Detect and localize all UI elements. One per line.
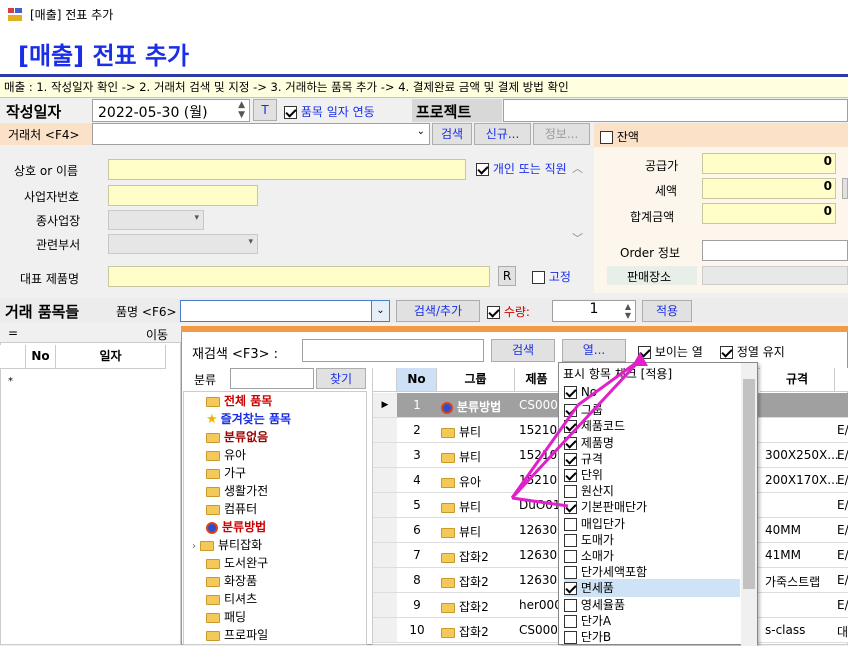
annotation-arrows: [510, 352, 648, 508]
